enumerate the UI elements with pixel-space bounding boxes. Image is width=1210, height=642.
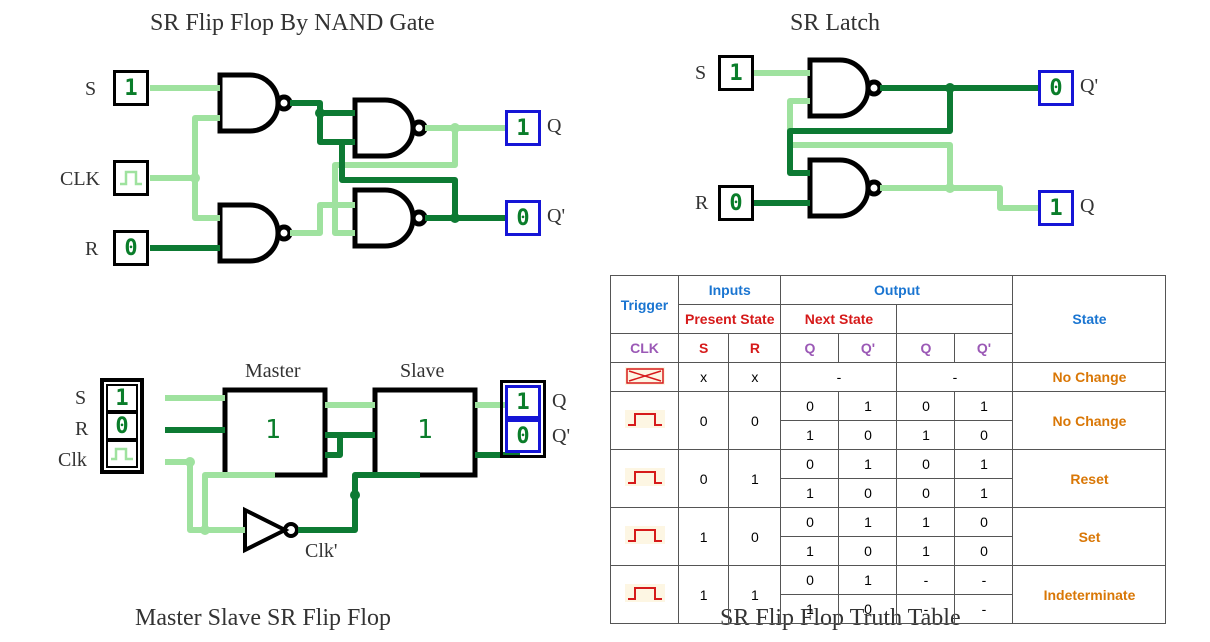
th-clk: CLK (611, 334, 679, 363)
nand-input-clk[interactable] (113, 160, 149, 196)
ms-label-qb: Q' (552, 425, 570, 448)
th-trigger: Trigger (611, 276, 679, 334)
ms-clkb-label: Clk' (305, 540, 338, 563)
table-row: 100110Set (611, 508, 1166, 537)
table-row: xx--No Change (611, 363, 1166, 392)
ms-label-s: S (75, 387, 86, 410)
ms-outputs-strip: 1 0 (500, 380, 546, 458)
latch-output-qb: 0 (1038, 70, 1074, 106)
th-q2: Q (897, 334, 955, 363)
th-present: Present State (679, 305, 781, 334)
ms-slave-val: 1 (417, 415, 433, 445)
ms-label-r: R (75, 418, 88, 441)
th-next: Next State (781, 305, 897, 334)
latch-label-qb: Q' (1080, 75, 1098, 98)
clock-pulse-icon (625, 584, 665, 602)
nand-output-qb: 0 (505, 200, 541, 236)
ms-input-r[interactable]: 0 (106, 412, 138, 440)
ms-slave-label: Slave (400, 360, 444, 383)
latch-label-r: R (695, 192, 708, 215)
table-row: 1101--Indeterminate (611, 566, 1166, 595)
clock-none-icon (625, 367, 665, 385)
th-r: R (729, 334, 781, 363)
clock-pulse-icon (625, 410, 665, 428)
ms-input-s[interactable]: 1 (106, 384, 138, 412)
clock-pulse-icon (118, 168, 144, 188)
latch-output-q: 1 (1038, 190, 1074, 226)
th-s: S (679, 334, 729, 363)
nand-input-s[interactable]: 1 (113, 70, 149, 106)
title-nand: SR Flip Flop By NAND Gate (150, 10, 435, 37)
th-inputs: Inputs (679, 276, 781, 305)
th-state: State (1013, 276, 1166, 363)
table-row: 010101Reset (611, 450, 1166, 479)
nand-label-clk: CLK (60, 168, 100, 191)
table-row: 000101No Change (611, 392, 1166, 421)
latch-input-s[interactable]: 1 (718, 55, 754, 91)
nand-output-q: 1 (505, 110, 541, 146)
th-output: Output (781, 276, 1013, 305)
th-q1: Q (781, 334, 839, 363)
ms-master-label: Master (245, 360, 301, 383)
clock-pulse-icon (110, 445, 134, 463)
ms-master-val: 1 (265, 415, 281, 445)
latch-input-r[interactable]: 0 (718, 185, 754, 221)
title-latch: SR Latch (790, 10, 880, 37)
th-qb2: Q' (955, 334, 1013, 363)
nand-label-q: Q (547, 115, 561, 138)
nand-input-r[interactable]: 0 (113, 230, 149, 266)
truth-table: Trigger Inputs Output State Present Stat… (610, 275, 1166, 624)
clock-pulse-icon (625, 526, 665, 544)
latch-label-q: Q (1080, 195, 1094, 218)
circuit-nand (80, 50, 570, 330)
nand-label-r: R (85, 238, 98, 261)
latch-label-s: S (695, 62, 706, 85)
nand-label-qb: Q' (547, 205, 565, 228)
nand-label-s: S (85, 78, 96, 101)
ms-label-q: Q (552, 390, 566, 413)
ms-label-clk: Clk (58, 449, 87, 472)
ms-input-clk[interactable] (106, 440, 138, 468)
title-ms: Master Slave SR Flip Flop (135, 605, 391, 632)
ms-inputs-strip: 1 0 (100, 378, 144, 474)
ms-output-q: 1 (505, 385, 541, 419)
clock-pulse-icon (625, 468, 665, 486)
th-qb1: Q' (839, 334, 897, 363)
ms-output-qb: 0 (505, 419, 541, 453)
